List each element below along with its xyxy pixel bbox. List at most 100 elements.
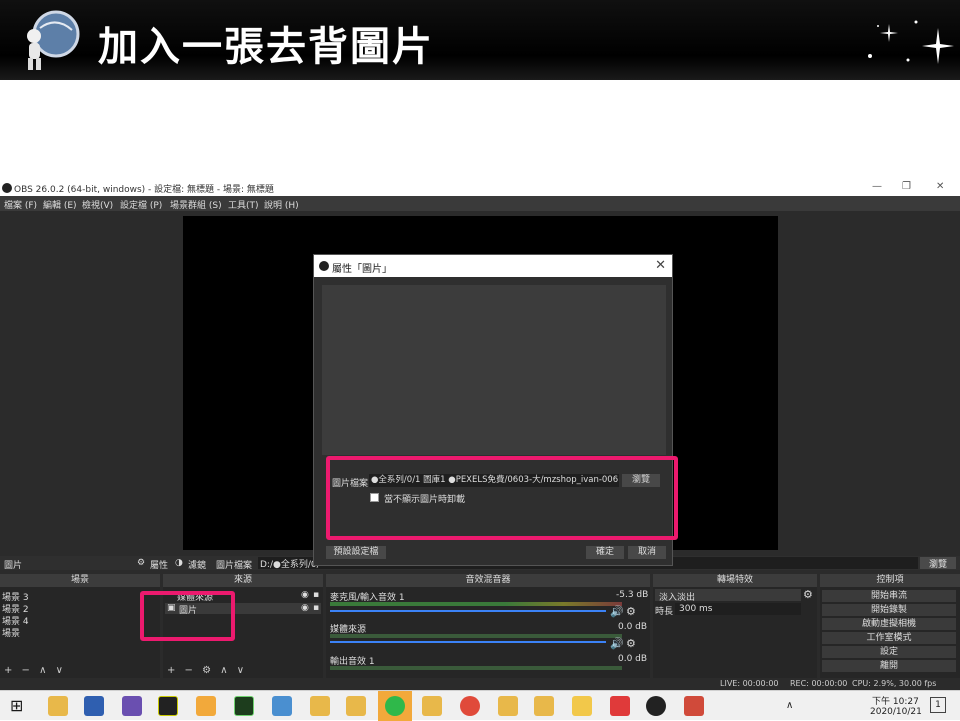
menubar: 檔案 (F) 編輯 (E) 檢視(V) 設定檔 (P) 場景群組 (S) 工具(… (0, 196, 960, 211)
transitions-title: 轉場特效 (653, 574, 817, 587)
app-icon[interactable] (346, 696, 366, 716)
slide-title: 加入一張去背圖片 (98, 24, 434, 70)
cancel-button[interactable]: 取消 (628, 546, 666, 559)
folder-icon[interactable] (572, 696, 592, 716)
sparkle-decoration-icon (868, 20, 954, 64)
gear-icon[interactable]: ⚙ (803, 588, 813, 601)
menu-edit[interactable]: 編輯 (E) (43, 198, 77, 211)
transition-selected: 淡入淡出 (659, 593, 696, 603)
app-icon[interactable] (122, 696, 142, 716)
window-titlebar: OBS 26.0.2 (64-bit, windows) - 設定檔: 無標題 … (0, 180, 960, 196)
mixer-title: 音效混音器 (326, 574, 650, 587)
obs-taskbar-icon[interactable] (646, 696, 666, 716)
mixer-channel-db: 0.0 dB (618, 654, 648, 664)
restore-icon[interactable]: ❐ (902, 181, 911, 192)
speaker-icon[interactable]: 🔊 (610, 637, 624, 650)
menu-scene-collection[interactable]: 場景群組 (S) (170, 198, 222, 211)
transitions-panel: 轉場特效 淡入淡出 ⚙ 時長 300 ms (653, 574, 817, 678)
filters-button[interactable]: 濾鏡 (188, 558, 206, 571)
controls-title: 控制項 (820, 574, 960, 587)
defaults-button[interactable]: 預設設定檔 (326, 546, 386, 559)
menu-profile[interactable]: 設定檔 (P) (120, 198, 162, 211)
dreamweaver-icon[interactable] (234, 696, 254, 716)
volume-meter (330, 666, 622, 670)
menu-tools[interactable]: 工具(T) (228, 198, 259, 211)
duration-value: 300 ms (679, 604, 713, 614)
browse-button[interactable]: 瀏覽 (920, 557, 956, 570)
slide-header: 加入一張去背圖片 (0, 0, 960, 80)
duration-label: 時長 (655, 607, 674, 617)
app-icon[interactable] (534, 696, 554, 716)
line-icon[interactable] (385, 696, 405, 716)
volume-meter (330, 602, 622, 606)
obs-app-icon (2, 183, 12, 193)
highlight-image-source (140, 591, 235, 641)
clock-time: 下午 10:27 (872, 697, 919, 707)
windows-start-icon[interactable]: ⊞ (10, 696, 30, 716)
gear-icon[interactable]: ⚙ (137, 558, 145, 568)
audio-mixer-panel: 音效混音器 麥克風/輸入音效 1 -5.3 dB 🔊 ⚙ 媒體來源 0.0 dB… (326, 574, 650, 678)
scenes-panel: 場景 場景 3 場景 2 場景 4 場景 + − ∧ ∨ (0, 574, 160, 678)
app-icon[interactable] (272, 696, 292, 716)
powerpoint-icon[interactable] (684, 696, 704, 716)
dialog-title: 屬性「圖片」 (332, 264, 392, 275)
app-icon[interactable] (84, 696, 104, 716)
filter-icon[interactable]: ◑ (175, 558, 183, 568)
tray-chevron-icon[interactable]: ∧ (786, 700, 793, 711)
app-icon[interactable] (48, 696, 68, 716)
close-icon[interactable]: ✕ (655, 258, 666, 273)
eye-icon[interactable]: ◉ (301, 603, 309, 613)
minimize-icon[interactable]: — (872, 181, 882, 192)
eye-icon[interactable]: ◉ (301, 590, 309, 600)
dialog-preview (322, 285, 666, 455)
settings-button[interactable]: 設定 (822, 646, 956, 658)
volume-meter (330, 634, 622, 638)
scenes-title: 場景 (0, 574, 160, 587)
app-icon[interactable] (610, 696, 630, 716)
cpu-status: CPU: 2.9%, 30.00 fps (852, 679, 937, 688)
highlight-file-settings (326, 456, 678, 540)
live-status: LIVE: 00:00:00 (720, 679, 779, 688)
app-icon[interactable] (498, 696, 518, 716)
app-icon[interactable] (422, 696, 442, 716)
menu-help[interactable]: 說明 (H) (264, 198, 299, 211)
scene-item[interactable]: 場景 (2, 626, 20, 639)
sources-title: 來源 (163, 574, 323, 587)
properties-button[interactable]: 屬性 (150, 558, 168, 571)
globe-mascot-icon (27, 10, 80, 70)
exit-button[interactable]: 離開 (822, 660, 956, 672)
volume-slider[interactable] (330, 610, 606, 612)
controls-panel: 控制項 開始串流 開始錄製 啟動虛擬相機 工作室模式 設定 離開 (820, 574, 960, 678)
volume-slider[interactable] (330, 641, 606, 643)
chrome-icon[interactable] (460, 696, 480, 716)
gear-icon[interactable]: ⚙ (626, 637, 636, 650)
scenes-footer-controls[interactable]: + − ∧ ∨ (4, 665, 66, 676)
window-title: OBS 26.0.2 (64-bit, windows) - 設定檔: 無標題 … (14, 185, 274, 195)
obs-app-icon (319, 261, 329, 271)
dialog-titlebar: 屬性「圖片」 ✕ (314, 255, 672, 277)
windows-taskbar: ⊞ ∧ 下午 10:27 2020/10/21 1 (0, 690, 960, 721)
mixer-channel-db: -5.3 dB (616, 590, 649, 600)
start-virtual-camera-button[interactable]: 啟動虛擬相機 (822, 618, 956, 630)
app-icon[interactable] (196, 696, 216, 716)
menu-view[interactable]: 檢視(V) (82, 198, 113, 211)
menu-file[interactable]: 檔案 (F) (4, 198, 37, 211)
lock-icon[interactable]: ▪ (313, 590, 319, 600)
ok-button[interactable]: 確定 (586, 546, 624, 559)
sources-footer-controls[interactable]: + − ⚙ ∧ ∨ (167, 665, 247, 676)
studio-mode-button[interactable]: 工作室模式 (822, 632, 956, 644)
app-icon[interactable] (310, 696, 330, 716)
start-recording-button[interactable]: 開始錄製 (822, 604, 956, 616)
notification-icon[interactable]: 1 (930, 697, 946, 713)
speaker-icon[interactable]: 🔊 (610, 605, 624, 618)
status-bar: LIVE: 00:00:00 REC: 00:00:00 CPU: 2.9%, … (0, 678, 960, 690)
selected-source-name: 圖片 (4, 561, 23, 571)
fireworks-icon[interactable] (158, 696, 178, 716)
clock-date: 2020/10/21 (870, 707, 922, 717)
mixer-channel-db: 0.0 dB (618, 622, 648, 632)
rec-status: REC: 00:00:00 (790, 679, 848, 688)
close-icon[interactable]: ✕ (936, 181, 944, 192)
start-streaming-button[interactable]: 開始串流 (822, 590, 956, 602)
lock-icon[interactable]: ▪ (313, 603, 319, 613)
gear-icon[interactable]: ⚙ (626, 605, 636, 618)
